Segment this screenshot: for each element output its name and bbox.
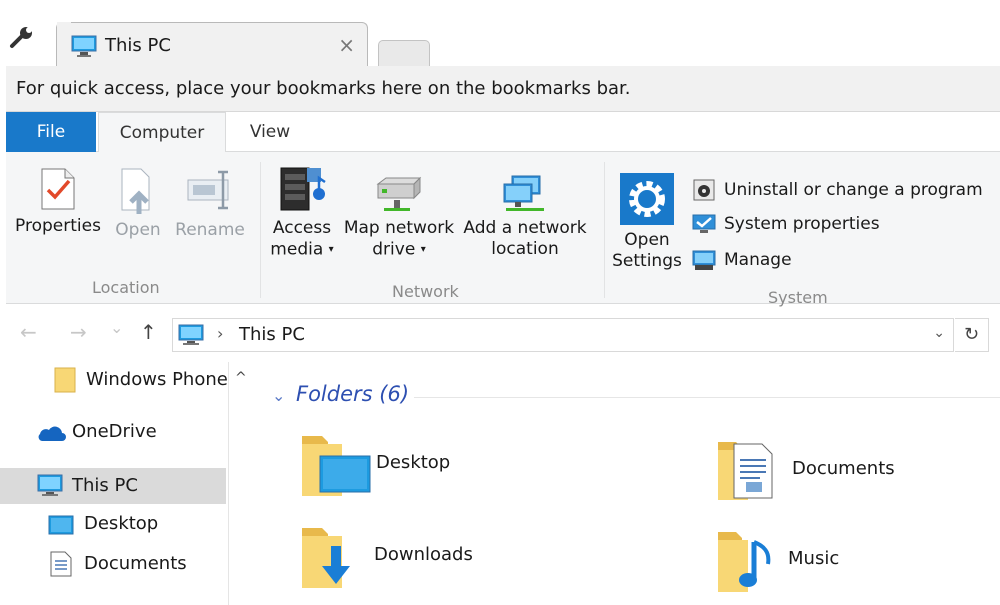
- refresh-icon[interactable]: ↻: [955, 318, 989, 352]
- properties-label: Properties: [15, 216, 101, 236]
- scroll-up-icon[interactable]: ^: [235, 370, 247, 386]
- folders-section-title[interactable]: Folders (6): [296, 382, 409, 406]
- settings-gear-icon: [620, 173, 674, 225]
- this-pc-icon: [178, 324, 204, 345]
- add-network-location-label-1: Add a network: [463, 218, 587, 238]
- rename-icon: [187, 170, 229, 210]
- open-settings-label-1: Open: [624, 230, 670, 250]
- tab-computer[interactable]: Computer: [98, 112, 226, 153]
- browser-tab-strip: This PC ×: [0, 0, 1000, 66]
- documents-folder-icon: [718, 442, 773, 500]
- browser-tab-this-pc[interactable]: This PC ×: [56, 22, 368, 66]
- downloads-folder-icon: [302, 528, 350, 588]
- nav-item-this-pc[interactable]: This PC: [0, 468, 226, 504]
- tab-title: This PC: [105, 35, 171, 56]
- add-network-location-label-2: location: [491, 239, 559, 259]
- rename-label: Rename: [175, 220, 245, 240]
- breadcrumb-separator-icon[interactable]: ›: [217, 324, 223, 343]
- folder-documents[interactable]: Documents: [716, 436, 936, 506]
- uninstall-program-label: Uninstall or change a program: [724, 180, 983, 200]
- onedrive-cloud-icon: [38, 426, 66, 441]
- nav-item-label: Documents: [84, 553, 187, 574]
- recent-locations-icon[interactable]: ⌄: [110, 318, 123, 337]
- access-media-button[interactable]: Access media ▾: [268, 164, 336, 261]
- nav-item-onedrive[interactable]: OneDrive: [0, 416, 228, 448]
- network-drive-icon: [376, 176, 422, 211]
- folder-label: Documents: [792, 458, 895, 479]
- network-location-icon: [503, 175, 544, 211]
- nav-item-documents[interactable]: Documents: [0, 548, 228, 580]
- access-media-label-2: media: [270, 239, 324, 260]
- group-label-network: Network: [392, 282, 459, 301]
- nav-item-label: OneDrive: [72, 421, 157, 442]
- desktop-icon: [48, 515, 74, 535]
- map-network-drive-button[interactable]: Map network drive ▾: [340, 174, 458, 261]
- group-label-location: Location: [92, 278, 160, 297]
- music-folder-icon: [718, 532, 771, 592]
- breadcrumb-this-pc[interactable]: This PC: [239, 324, 305, 345]
- folder-label: Music: [788, 548, 840, 569]
- folder-icon: [54, 367, 76, 393]
- map-network-drive-label-1: Map network: [343, 218, 455, 238]
- nav-item-label: Windows Phone: [86, 369, 228, 390]
- back-arrow-icon[interactable]: ←: [20, 320, 37, 344]
- open-settings-button[interactable]: Open Settings: [610, 172, 684, 272]
- manage-computer-icon: [692, 250, 716, 270]
- group-divider: [260, 162, 261, 298]
- nav-pane-scrollbar[interactable]: ^: [228, 362, 256, 605]
- map-network-drive-label-2: drive: [372, 239, 416, 260]
- wrench-icon[interactable]: [8, 26, 36, 52]
- document-icon: [50, 551, 72, 577]
- uninstall-program-icon: [693, 179, 715, 201]
- this-pc-icon: [37, 474, 63, 496]
- address-bar[interactable]: › This PC ⌄: [172, 318, 954, 352]
- folder-downloads[interactable]: Downloads: [300, 522, 500, 592]
- folder-label: Downloads: [374, 544, 473, 565]
- up-arrow-icon[interactable]: ↑: [140, 320, 157, 344]
- properties-button[interactable]: Properties: [10, 166, 106, 237]
- folder-music[interactable]: Music: [716, 526, 916, 596]
- ribbon-tabs: File Computer View: [6, 112, 1000, 153]
- nav-item-label: This PC: [72, 475, 138, 496]
- properties-icon: [41, 168, 75, 210]
- rename-button[interactable]: Rename: [172, 166, 248, 241]
- open-settings-label-2: Settings: [612, 251, 682, 271]
- add-network-location-button[interactable]: Add a network location: [460, 174, 590, 260]
- ribbon-body: Properties Open Rename Location Access m…: [6, 152, 1000, 307]
- tab-close-icon[interactable]: ×: [338, 33, 355, 57]
- open-button[interactable]: Open: [110, 166, 166, 241]
- group-label-system: System: [768, 288, 828, 307]
- desktop-folder-icon: [302, 436, 371, 496]
- nav-item-label: Desktop: [84, 513, 159, 534]
- navigation-bar: ← → ⌄ ↑ › This PC ⌄ ↻: [0, 310, 1000, 356]
- chevron-down-icon: ▾: [420, 244, 426, 255]
- tab-view[interactable]: View: [228, 112, 312, 152]
- section-divider: [414, 397, 1000, 398]
- tab-file[interactable]: File: [6, 112, 96, 152]
- open-icon: [121, 168, 150, 214]
- open-label: Open: [115, 220, 161, 240]
- bookmarks-hint: For quick access, place your bookmarks h…: [16, 78, 631, 99]
- address-dropdown-icon[interactable]: ⌄: [933, 325, 945, 341]
- bookmarks-bar: For quick access, place your bookmarks h…: [6, 66, 1000, 112]
- chevron-down-icon: ▾: [328, 244, 334, 255]
- folder-label: Desktop: [376, 452, 451, 473]
- access-media-icon: [280, 167, 326, 211]
- manage-label: Manage: [724, 250, 792, 270]
- nav-item-desktop[interactable]: Desktop: [0, 508, 228, 540]
- folder-desktop[interactable]: Desktop: [300, 430, 500, 500]
- content-pane: ⌄ Folders (6) Desktop Documents Download…: [256, 356, 1000, 605]
- collapse-chevron-icon[interactable]: ⌄: [272, 386, 285, 405]
- access-media-label-1: Access: [272, 218, 332, 238]
- new-tab-button[interactable]: [378, 40, 430, 66]
- navigation-pane: Windows Phone ^ OneDrive This PC Desktop…: [0, 356, 256, 605]
- this-pc-icon: [71, 35, 97, 57]
- system-properties-label: System properties: [724, 214, 880, 234]
- group-divider: [604, 162, 605, 298]
- nav-item-windows-phone[interactable]: Windows Phone: [0, 364, 228, 396]
- system-properties-icon: [692, 214, 716, 233]
- forward-arrow-icon[interactable]: →: [70, 320, 87, 344]
